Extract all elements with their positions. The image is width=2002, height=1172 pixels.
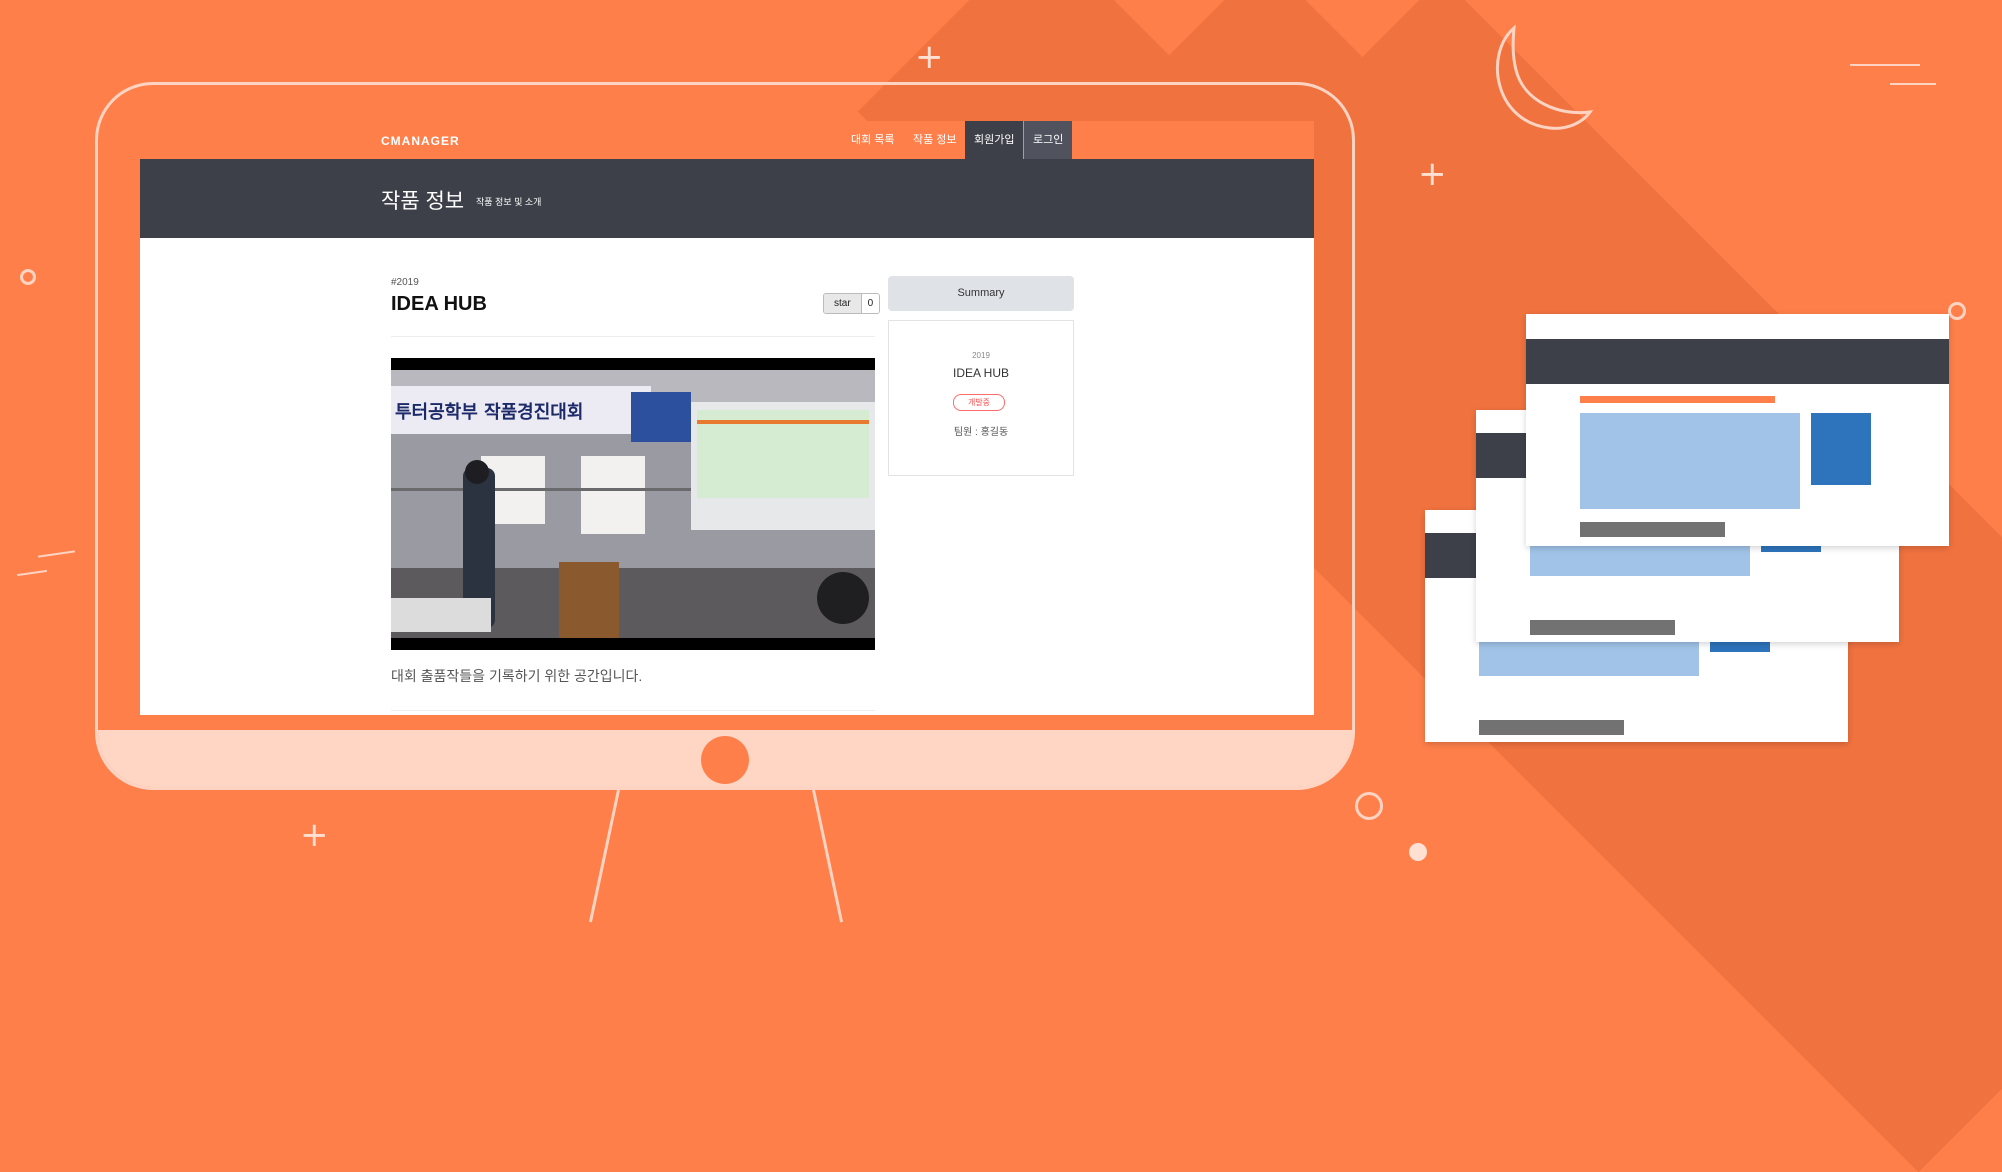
star-button[interactable]: star 0 [823, 293, 881, 314]
divider [391, 336, 875, 337]
page-subtitle: 작품 정보 및 소개 [476, 197, 542, 207]
dot-decoration-icon [1409, 843, 1427, 861]
star-count: 0 [861, 294, 880, 313]
summary-card: 2019 IDEA HUB 개발중 팀원 : 홍길동 [888, 320, 1074, 476]
moon-icon [1495, 24, 1594, 130]
plus-decoration-icon: + [1418, 154, 1447, 194]
page-banner: 작품 정보 작품 정보 및 소개 [140, 159, 1314, 238]
top-navbar: CMANAGER 대회 목록 작품 정보 회원가입 로그인 [140, 121, 1314, 159]
star-label: star [824, 294, 862, 313]
divider [391, 710, 875, 711]
summary-button[interactable]: Summary [888, 276, 1074, 311]
illustration-card [1526, 314, 1949, 546]
plus-decoration-icon: + [300, 815, 329, 855]
browser-screen: CMANAGER 대회 목록 작품 정보 회원가입 로그인 작품 정보 작품 정… [140, 121, 1314, 715]
video-frame-image: 투터공학부 작품경진대회 [391, 358, 875, 650]
page-title: 작품 정보 [381, 190, 465, 213]
summary-team: 팀원 : 홍길동 [953, 427, 1009, 438]
monitor-button-icon [701, 736, 749, 784]
summary-title: IDEA HUB [952, 366, 1009, 380]
summary-year: 2019 [972, 351, 990, 360]
project-year-tag: #2019 [391, 277, 419, 288]
dash-decoration-icon [1850, 64, 1920, 66]
status-badge: 개발중 [953, 394, 1005, 411]
project-title: IDEA HUB [391, 293, 487, 315]
nav-project-info[interactable]: 작품 정보 [904, 121, 966, 159]
nav-signup[interactable]: 회원가입 [965, 121, 1024, 159]
video-banner-text: 투터공학부 작품경진대회 [395, 401, 583, 423]
monitor-stand-leg [588, 789, 620, 923]
circle-decoration-icon [1355, 792, 1383, 820]
dash-decoration-icon [17, 569, 47, 577]
project-description: 대회 출품작들을 기록하기 위한 공간입니다. [391, 668, 643, 684]
circle-decoration-icon [20, 269, 36, 285]
project-video[interactable]: 투터공학부 작품경진대회 [391, 358, 875, 650]
circle-decoration-icon [1948, 302, 1966, 320]
plus-decoration-icon: + [915, 37, 944, 77]
nav-contest-list[interactable]: 대회 목록 [842, 121, 904, 159]
monitor-stand-leg [812, 789, 844, 923]
brand-logo[interactable]: CMANAGER [381, 134, 460, 148]
nav-login[interactable]: 로그인 [1024, 121, 1073, 159]
dash-decoration-icon [38, 550, 75, 558]
dash-decoration-icon [1890, 83, 1936, 85]
